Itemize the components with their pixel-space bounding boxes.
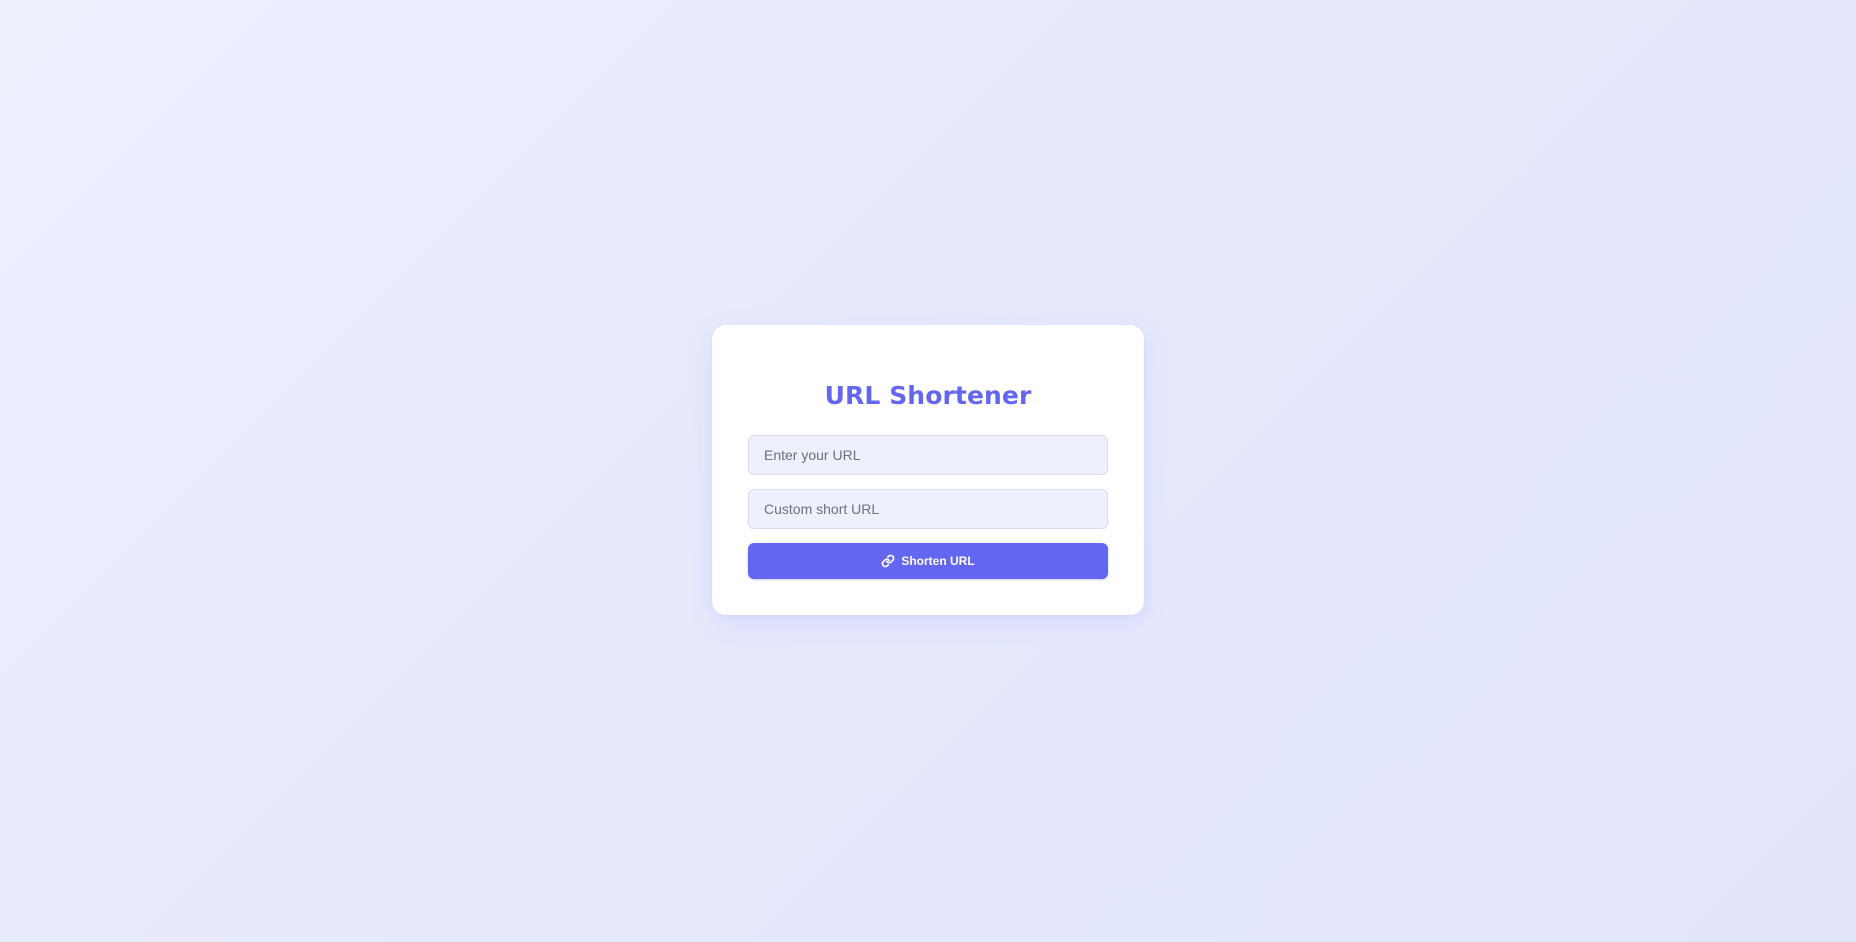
shorten-url-label: Shorten URL xyxy=(901,554,975,568)
shortener-card: URL Shortener Shorten URL xyxy=(712,325,1144,615)
link-icon xyxy=(881,554,895,568)
custom-short-url-input[interactable] xyxy=(748,489,1108,529)
page-title: URL Shortener xyxy=(824,381,1032,410)
shorten-url-button[interactable]: Shorten URL xyxy=(748,543,1108,579)
url-input[interactable] xyxy=(748,435,1108,475)
